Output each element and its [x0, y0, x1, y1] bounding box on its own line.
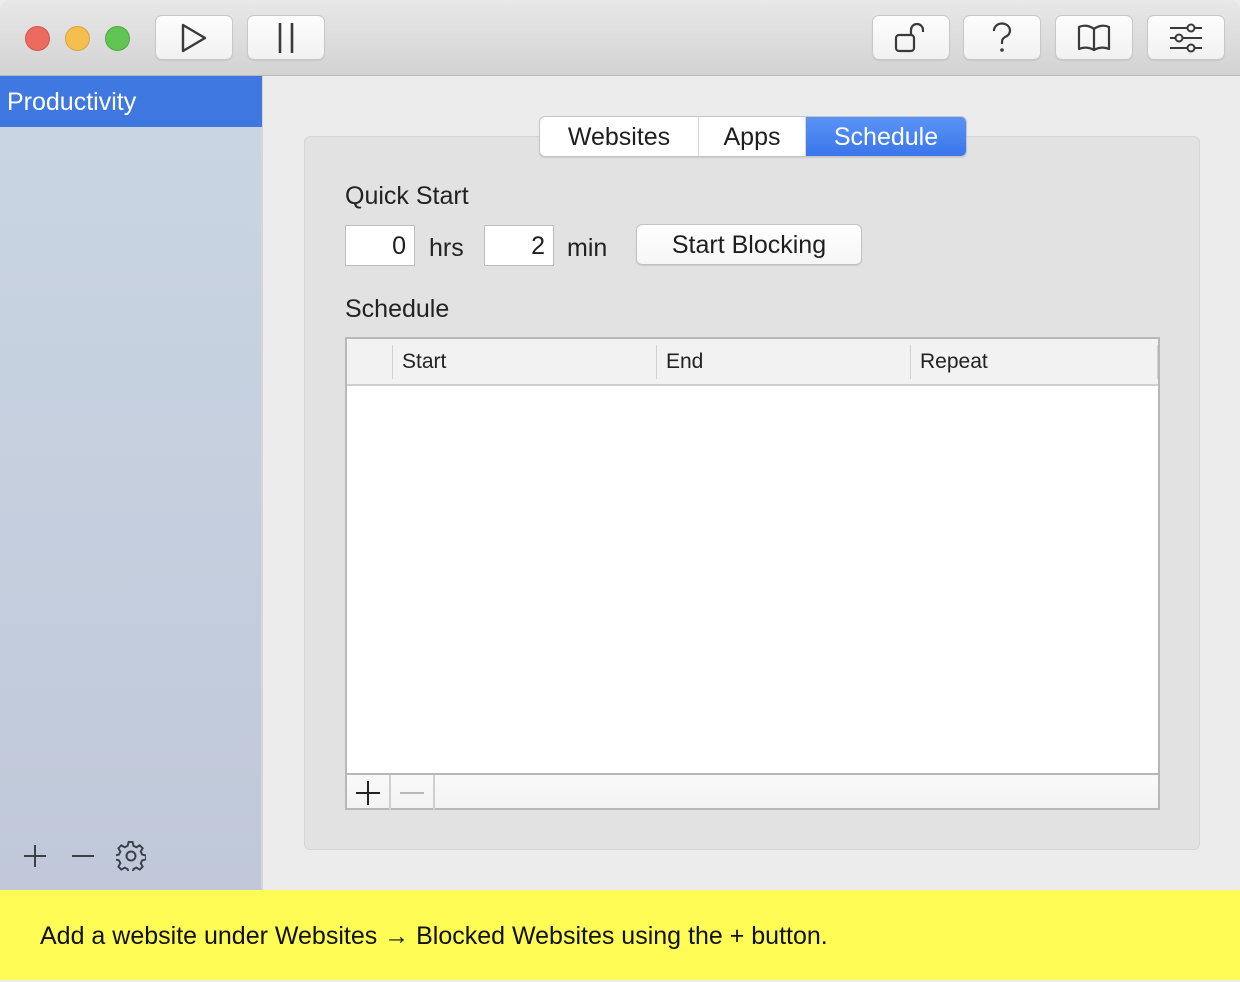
close-window-button[interactable]: [25, 26, 50, 51]
unlock-icon: [894, 22, 928, 54]
minutes-unit-label: min: [567, 234, 608, 262]
tab-apps[interactable]: Apps: [699, 117, 806, 156]
sidebar: Productivity: [0, 76, 263, 890]
table-body: [347, 388, 1158, 773]
sliders-icon: [1169, 23, 1203, 53]
add-list-button[interactable]: [20, 841, 50, 871]
start-button[interactable]: [155, 15, 233, 60]
gear-icon: [114, 840, 148, 874]
main-pane: Quick Start hrs min Start Blocking Sched…: [264, 76, 1240, 890]
column-header-end[interactable]: End: [656, 345, 910, 379]
tab-content-box: Quick Start hrs min Start Blocking Sched…: [304, 136, 1200, 850]
pause-button[interactable]: [247, 15, 325, 60]
book-icon: [1077, 24, 1111, 52]
minus-icon: [72, 855, 94, 857]
start-blocking-button[interactable]: Start Blocking: [636, 224, 862, 265]
minus-icon: [400, 791, 424, 794]
tab-schedule[interactable]: Schedule: [806, 117, 966, 156]
tab-bar: Websites Apps Schedule: [539, 116, 967, 157]
schedule-heading: Schedule: [345, 295, 450, 323]
tab-websites[interactable]: Websites: [540, 117, 699, 156]
quick-start-heading: Quick Start: [345, 182, 469, 210]
hours-unit-label: hrs: [429, 234, 464, 262]
column-header-repeat[interactable]: Repeat: [910, 345, 1158, 379]
minimize-window-button[interactable]: [65, 26, 90, 51]
pause-icon: [275, 21, 297, 55]
settings-button[interactable]: [1147, 15, 1225, 60]
unlock-button[interactable]: [872, 15, 950, 60]
help-button[interactable]: [963, 15, 1041, 60]
hint-text: Add a website under Websites → Blocked W…: [40, 922, 828, 950]
remove-schedule-button[interactable]: [391, 775, 435, 810]
sidebar-footer: [20, 840, 148, 874]
zoom-window-button[interactable]: [105, 26, 130, 51]
hint-banner: Add a website under Websites → Blocked W…: [0, 890, 1240, 980]
play-icon: [179, 22, 209, 54]
sidebar-item-label: Productivity: [7, 88, 137, 116]
remove-list-button[interactable]: [68, 841, 98, 871]
schedule-table: Start End Repeat: [345, 337, 1160, 810]
list-settings-button[interactable]: [114, 840, 148, 874]
guide-button[interactable]: [1055, 15, 1133, 60]
hours-input[interactable]: [345, 225, 415, 266]
table-header: Start End Repeat: [347, 339, 1158, 386]
add-schedule-button[interactable]: [347, 775, 391, 810]
sidebar-item-productivity[interactable]: Productivity: [0, 76, 262, 127]
column-header-start[interactable]: Start: [392, 345, 656, 379]
plus-icon: [356, 780, 380, 805]
minutes-input[interactable]: [484, 225, 554, 266]
app-window: Productivity Quick Start 0 hrs 2 min Sta…: [0, 0, 1240, 980]
plus-icon: [24, 845, 46, 867]
help-icon: [991, 21, 1013, 54]
toolbar: [0, 0, 1240, 76]
table-footer: [347, 773, 1158, 810]
